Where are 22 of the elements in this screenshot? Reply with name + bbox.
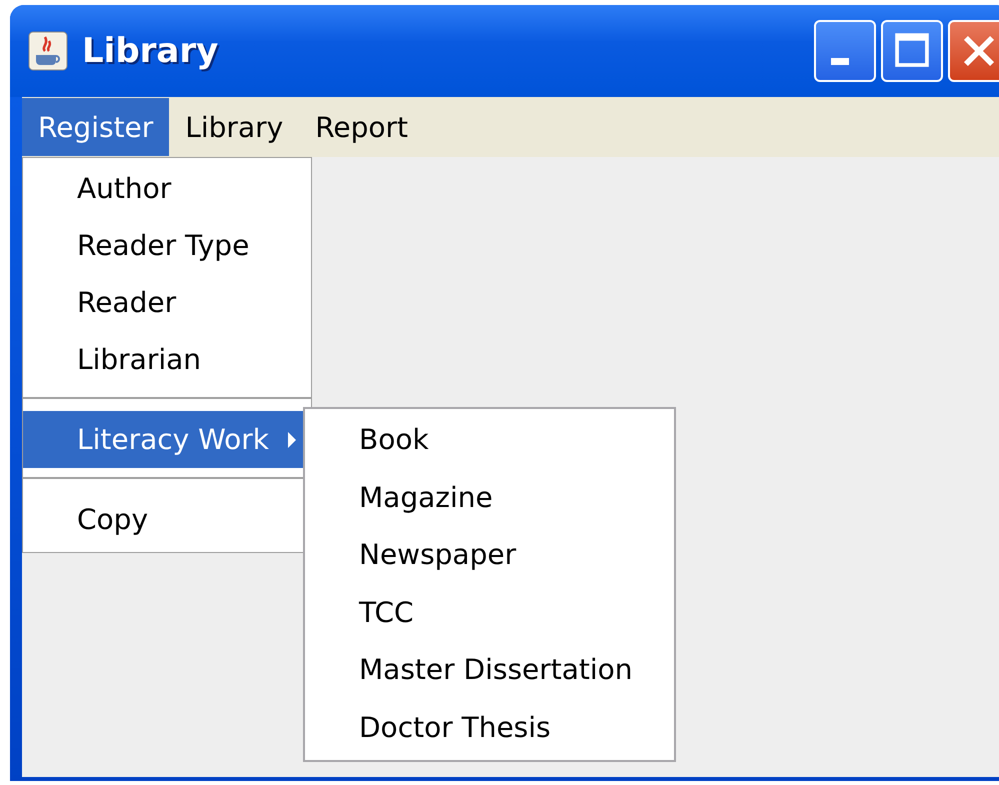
menu-item[interactable]: Reader Type — [23, 217, 303, 274]
menu-item[interactable]: Doctor Thesis — [305, 698, 674, 756]
submenu-item[interactable]: Literacy Work — [23, 411, 303, 468]
close-button[interactable] — [948, 20, 999, 82]
maximize-button[interactable] — [881, 20, 943, 82]
menu-item[interactable]: Magazine — [305, 468, 674, 526]
menu-item[interactable]: Library — [169, 98, 300, 156]
menu-item[interactable]: Author — [23, 160, 303, 217]
window-title: Library — [82, 31, 218, 71]
menu-item[interactable]: Copy — [23, 491, 303, 548]
menu-item[interactable]: Librarian — [23, 331, 303, 388]
menu-item[interactable]: Newspaper — [305, 526, 674, 584]
minimize-icon — [831, 58, 849, 65]
minimize-button[interactable] — [814, 20, 876, 82]
menu-item[interactable]: Book — [305, 411, 674, 468]
coffee-cup-icon — [28, 31, 68, 71]
arrow-icon — [287, 430, 297, 450]
menu-item[interactable]: Reader — [23, 274, 303, 331]
menu-item[interactable]: Master Dissertation — [305, 641, 674, 698]
menu-item[interactable]: Register — [22, 98, 170, 156]
menu-item[interactable]: TCC — [305, 584, 674, 641]
menu-item[interactable]: Report — [299, 98, 424, 156]
